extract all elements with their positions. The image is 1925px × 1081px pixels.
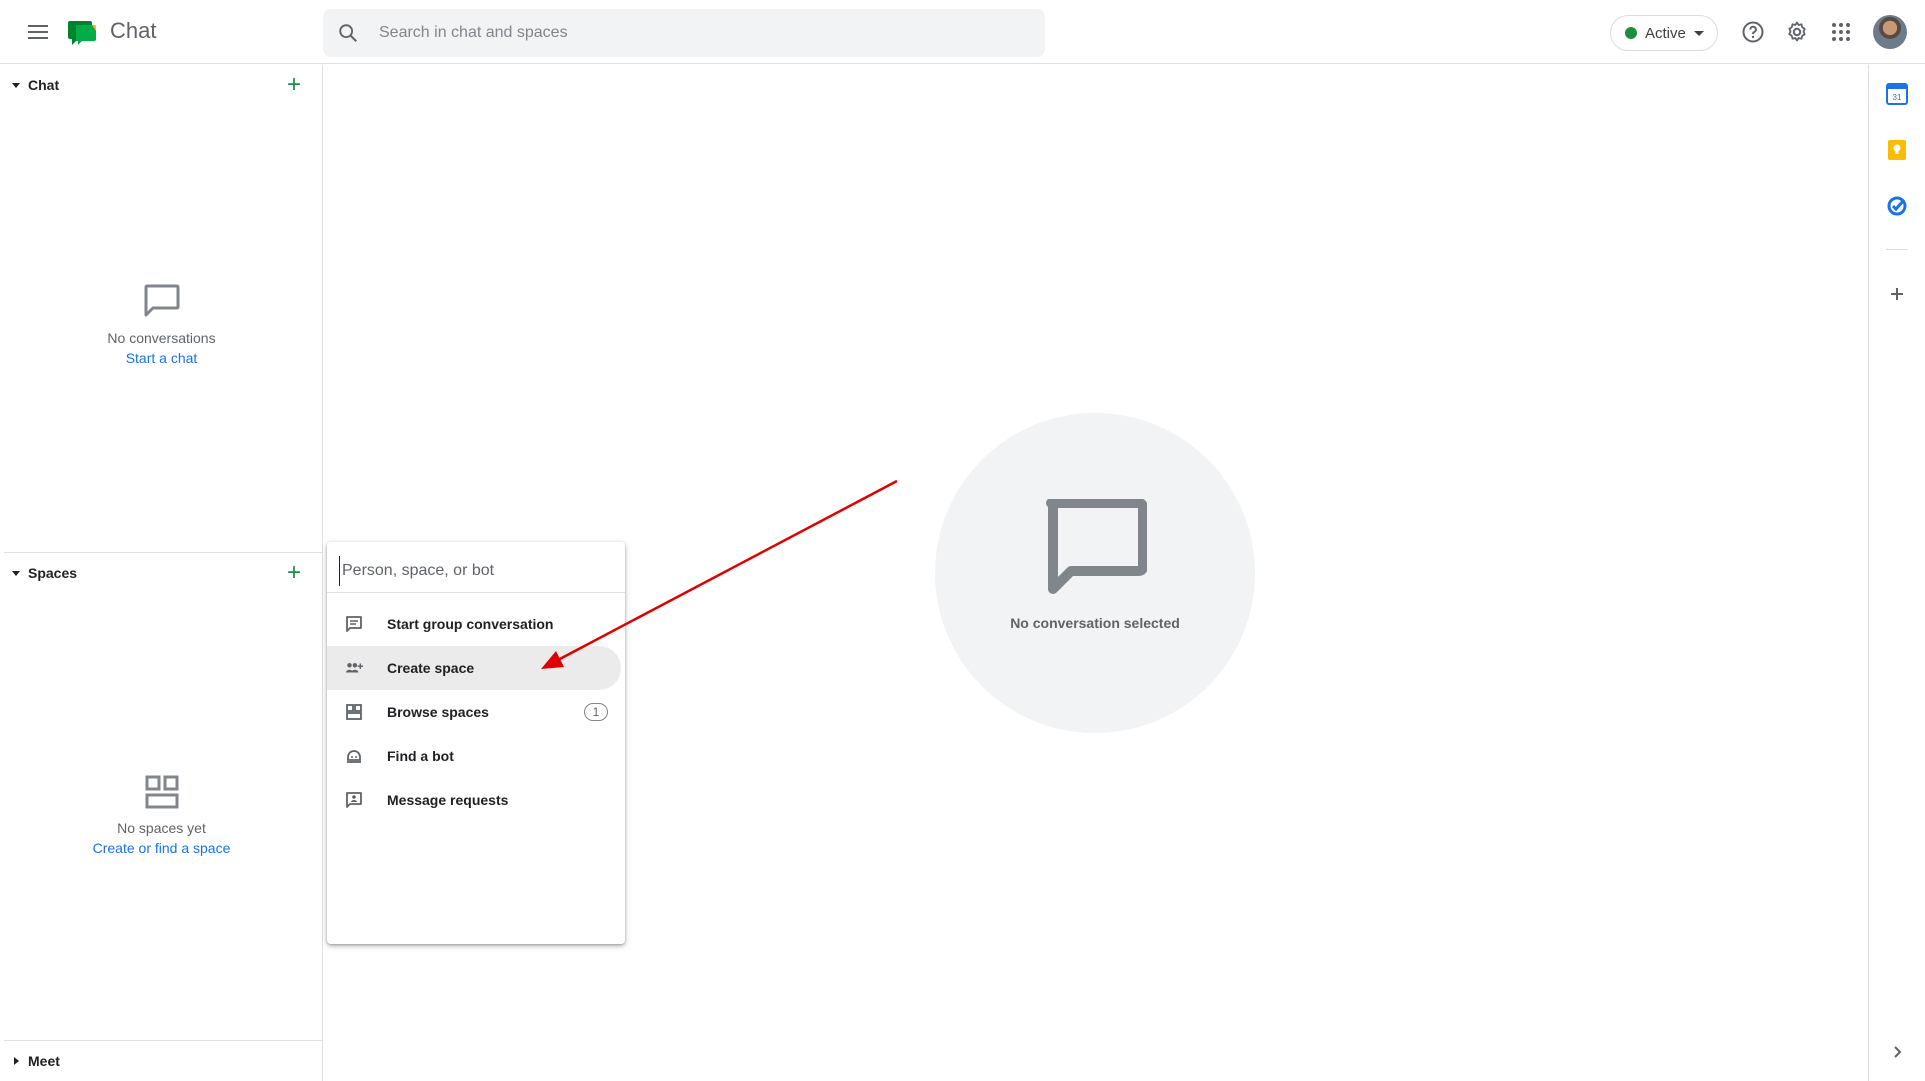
rail-divider: [1886, 249, 1908, 250]
chat-bubble-icon: [1046, 499, 1147, 594]
chat-section-label: Chat: [28, 77, 60, 93]
person-space-bot-input[interactable]: [339, 556, 609, 586]
menu-item-label: Message requests: [387, 792, 509, 808]
chat-section-header[interactable]: Chat +: [0, 65, 323, 105]
bot-icon: [345, 747, 363, 765]
app-title: Chat: [110, 18, 157, 43]
message-requests-icon: [345, 791, 363, 809]
search-icon[interactable]: [337, 22, 359, 44]
chat-empty-text: No conversations: [107, 330, 216, 346]
popup-divider: [327, 592, 625, 593]
group-chat-icon: [345, 615, 363, 633]
browse-spaces-icon: [345, 703, 363, 721]
tasks-icon[interactable]: [1886, 195, 1908, 217]
left-sidebar: Chat + No conversations Start a chat Spa…: [0, 65, 323, 1081]
help-icon: [1742, 21, 1764, 43]
new-chat-popup-menu: Start group conversation Create space Br…: [327, 542, 625, 944]
browse-spaces-count-badge: 1: [584, 703, 608, 721]
spaces-section-header[interactable]: Spaces +: [0, 553, 323, 593]
google-apps-button[interactable]: [1827, 18, 1855, 46]
create-space-icon: [345, 659, 363, 677]
chevron-right-icon[interactable]: [1886, 1041, 1908, 1063]
help-button[interactable]: [1739, 18, 1767, 46]
start-chat-link[interactable]: Start a chat: [126, 350, 198, 366]
spaces-section-label: Spaces: [28, 565, 78, 581]
keep-icon[interactable]: [1886, 139, 1908, 161]
chat-empty-state: No conversations Start a chat: [0, 283, 323, 368]
menu-item-start-group-conversation[interactable]: Start group conversation: [327, 602, 621, 646]
caret-right-icon: [14, 1057, 19, 1065]
meet-section-header[interactable]: Meet: [0, 1041, 323, 1081]
apps-grid-icon: [1832, 23, 1850, 41]
hamburger-menu-icon: [28, 25, 48, 39]
new-space-plus-icon[interactable]: +: [284, 561, 304, 585]
status-dot-icon: [1625, 27, 1637, 39]
new-chat-plus-icon[interactable]: +: [284, 73, 304, 97]
menu-item-message-requests[interactable]: Message requests: [327, 778, 621, 822]
settings-button[interactable]: [1783, 18, 1811, 46]
menu-item-create-space[interactable]: Create space: [327, 646, 621, 690]
menu-item-label: Start group conversation: [387, 616, 554, 632]
status-label: Active: [1645, 24, 1686, 42]
calendar-icon[interactable]: 31: [1886, 83, 1908, 105]
meet-section-label: Meet: [28, 1053, 60, 1069]
create-find-space-link[interactable]: Create or find a space: [93, 840, 231, 856]
chat-bubble-icon: [144, 284, 179, 317]
caret-down-icon: [12, 82, 20, 88]
caret-down-icon: [12, 570, 20, 576]
account-avatar[interactable]: [1873, 15, 1907, 49]
menu-item-label: Find a bot: [387, 748, 454, 764]
chat-logo-icon[interactable]: [68, 18, 98, 48]
chevron-down-icon: [1693, 30, 1704, 36]
spaces-empty-text: No spaces yet: [117, 820, 206, 836]
top-bar: Chat Active: [0, 0, 1925, 64]
spaces-grid-icon: [145, 775, 178, 809]
menu-item-label: Browse spaces: [387, 704, 489, 720]
right-side-panel: 31: [1868, 65, 1925, 1081]
spaces-empty-state: No spaces yet Create or find a space: [0, 775, 323, 858]
search-bar[interactable]: [323, 9, 1045, 57]
calendar-day: 31: [1893, 93, 1902, 102]
no-conversation-illustration: No conversation selected: [935, 413, 1255, 733]
gear-icon: [1788, 21, 1806, 42]
add-icon[interactable]: [1886, 283, 1908, 305]
menu-item-browse-spaces[interactable]: Browse spaces 1: [327, 690, 621, 734]
search-input[interactable]: [379, 9, 1019, 57]
no-conversation-text: No conversation selected: [1010, 615, 1180, 631]
menu-item-find-a-bot[interactable]: Find a bot: [327, 734, 621, 778]
main-menu-button[interactable]: [22, 16, 54, 48]
status-dropdown[interactable]: Active: [1610, 15, 1718, 51]
menu-item-label: Create space: [387, 660, 475, 676]
